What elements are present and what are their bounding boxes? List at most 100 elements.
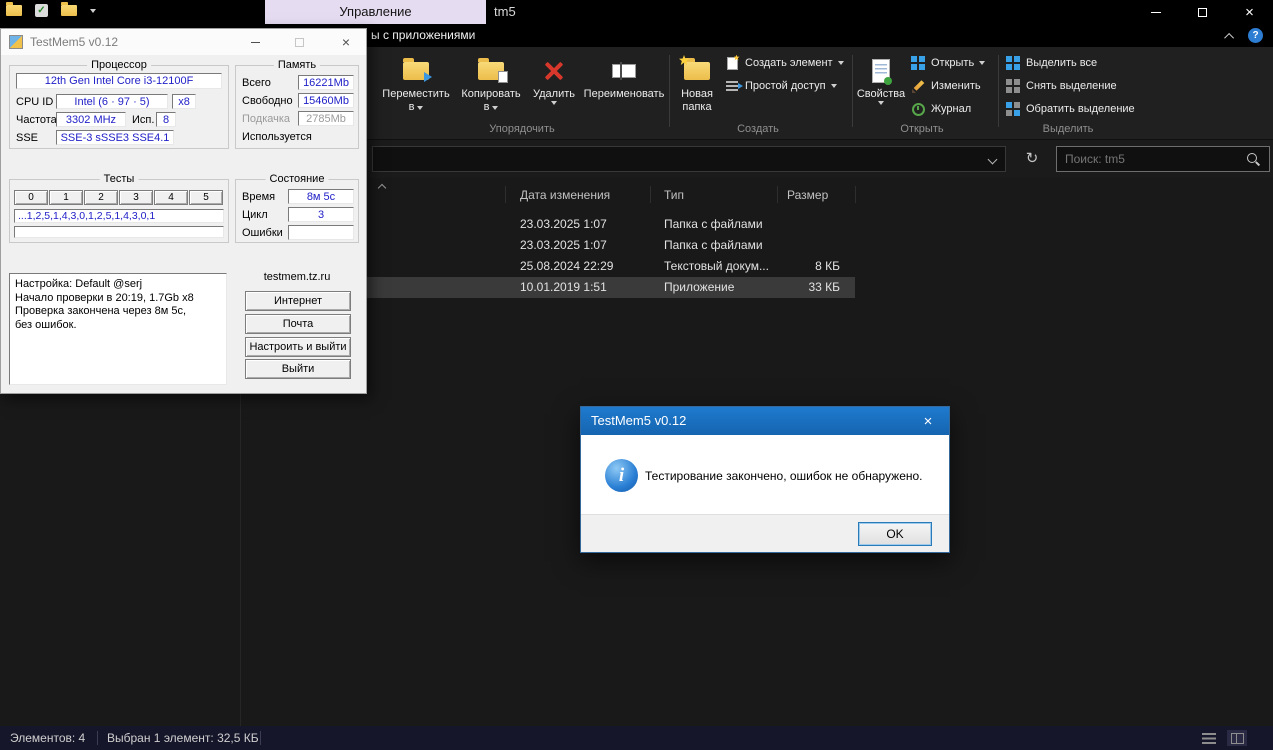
log-line: Проверка закончена через 8м 5с, [15, 305, 187, 317]
frequency-field: 3302 MHz [56, 112, 126, 127]
minimize-button[interactable] [1132, 0, 1179, 24]
qat-new-folder-icon[interactable] [61, 2, 77, 16]
copy-to-button[interactable]: Копировать в [457, 54, 525, 114]
testmem5-window: TestMem5 v0.12 × Процессор 12th Gen Inte… [0, 28, 367, 394]
internet-button[interactable]: Интернет [245, 291, 351, 311]
info-icon: i [605, 459, 638, 492]
column-separator[interactable] [505, 186, 506, 203]
open-button[interactable]: Открыть [910, 54, 986, 72]
testmem5-maximize-button[interactable] [290, 34, 308, 50]
column-header-date[interactable]: Дата изменения [520, 188, 610, 202]
dropdown-arrow-icon [979, 61, 986, 65]
close-button[interactable]: × [1226, 0, 1273, 24]
configure-exit-button[interactable]: Настроить и выйти [245, 337, 351, 357]
column-header-type[interactable]: Тип [664, 188, 684, 202]
details-view-button[interactable] [1199, 730, 1219, 746]
edit-label: Изменить [931, 80, 981, 92]
select-none-button[interactable]: Снять выделение [1005, 77, 1117, 95]
move-to-icon [403, 58, 432, 82]
search-input[interactable] [1057, 152, 1247, 166]
address-dropdown-icon[interactable] [987, 154, 998, 165]
ribbon-group-new: Создать [737, 123, 779, 135]
dropdown-arrow-icon [492, 105, 499, 110]
new-item-icon [724, 55, 740, 71]
exit-button[interactable]: Выйти [245, 359, 351, 379]
memory-free-field: 15460Mb [298, 93, 354, 108]
cpu-id-field: Intel (6 · 97 · 5) [56, 94, 168, 109]
tab-application-tools[interactable]: ы с приложениями [371, 24, 475, 47]
column-header-size[interactable]: Размер [787, 188, 828, 202]
new-item-button[interactable]: Создать элемент [724, 54, 844, 72]
testmem5-titlebar[interactable]: TestMem5 v0.12 × [1, 29, 366, 55]
ribbon-collapse-button[interactable] [1223, 29, 1237, 43]
help-button[interactable]: ? [1248, 28, 1263, 43]
ribbon-separator [998, 55, 999, 127]
open-label: Открыть [931, 57, 975, 69]
testmem5-minimize-button[interactable] [246, 34, 264, 50]
test-button-4[interactable]: 4 [154, 190, 188, 205]
ribbon-group-select: Выделить [1042, 123, 1094, 135]
column-separator[interactable] [855, 186, 856, 203]
column-separator[interactable] [777, 186, 778, 203]
chevron-up-icon [1223, 32, 1234, 43]
cell-date: 23.03.2025 1:07 [520, 238, 607, 252]
time-label: Время [242, 191, 276, 203]
test-button-0[interactable]: 0 [14, 190, 48, 205]
thumbnails-view-icon [1230, 732, 1244, 744]
easy-access-button[interactable]: Простой доступ [724, 77, 837, 95]
dialog-titlebar[interactable]: TestMem5 v0.12 [581, 407, 949, 435]
invert-selection-button[interactable]: Обратить выделение [1005, 100, 1135, 118]
test-button-5[interactable]: 5 [189, 190, 223, 205]
select-all-button[interactable]: Выделить все [1005, 54, 1097, 72]
refresh-button[interactable]: ↻ [1018, 146, 1046, 172]
rename-button[interactable]: Переименовать [582, 54, 666, 101]
qat-properties-icon[interactable]: ✓ [35, 4, 48, 17]
new-folder-button[interactable]: Новая папка [672, 54, 722, 114]
address-bar[interactable] [372, 146, 1006, 172]
test-button-2[interactable]: 2 [84, 190, 118, 205]
copy-to-icon [478, 58, 508, 83]
dropdown-arrow-icon [837, 61, 844, 65]
search-box [1056, 146, 1270, 172]
qat-customize-icon[interactable] [90, 8, 96, 13]
tab-manage[interactable]: Управление [265, 0, 486, 24]
screen: ✓ Управление tm5 × ы с приложениями ? Пе… [0, 0, 1273, 750]
testmem5-app-icon [9, 35, 23, 49]
history-icon [910, 101, 926, 117]
cycle-field: 3 [288, 207, 354, 222]
log-line: Начало проверки в 20:19, 1.7Gb x8 [15, 291, 194, 304]
state-group: Состояние Время 8м 5с Цикл 3 Ошибки [235, 173, 359, 243]
memory-total-field: 16221Mb [298, 75, 354, 90]
cell-size: 33 КБ [808, 280, 840, 294]
column-separator[interactable] [650, 186, 651, 203]
edit-button[interactable]: Изменить [910, 77, 981, 95]
search-icon[interactable] [1247, 152, 1260, 166]
memory-group-label: Память [273, 59, 321, 71]
move-to-button[interactable]: Переместить в [377, 54, 455, 114]
mail-button[interactable]: Почта [245, 314, 351, 334]
minimize-icon [1150, 11, 1161, 13]
qat-folder-icon[interactable] [6, 2, 22, 16]
invert-selection-label: Обратить выделение [1026, 103, 1135, 115]
properties-icon [872, 59, 892, 85]
delete-icon [543, 60, 565, 82]
testmem5-close-button[interactable]: × [337, 34, 355, 50]
dialog-close-button[interactable]: × [915, 411, 941, 431]
time-field: 8м 5с [288, 189, 354, 204]
delete-label: Удалить [533, 88, 575, 100]
ok-button[interactable]: OK [858, 522, 932, 546]
test-button-1[interactable]: 1 [49, 190, 83, 205]
delete-button[interactable]: Удалить [526, 54, 582, 105]
dropdown-arrow-icon [878, 101, 884, 105]
status-divider [260, 731, 261, 745]
minimize-icon [250, 41, 260, 43]
maximize-icon [294, 37, 304, 47]
test-button-3[interactable]: 3 [119, 190, 153, 205]
thumbnails-view-button[interactable] [1227, 730, 1247, 746]
dialog-footer: OK [581, 514, 949, 552]
frequency-label: Частота [16, 114, 57, 126]
properties-button[interactable]: Свойства [855, 54, 907, 105]
maximize-button[interactable] [1179, 0, 1226, 24]
history-button[interactable]: Журнал [910, 100, 971, 118]
rename-label: Переименовать [583, 88, 665, 100]
